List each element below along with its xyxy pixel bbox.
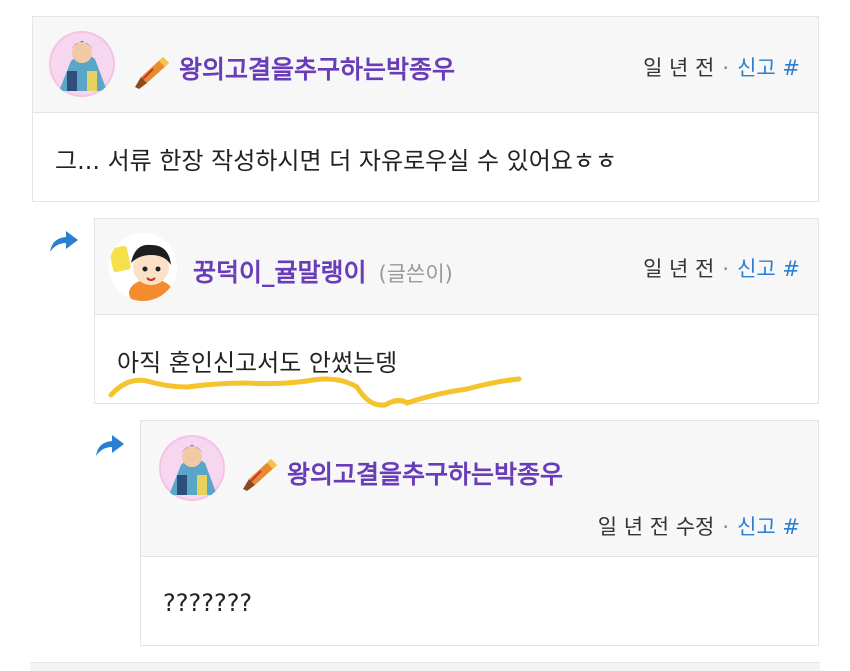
separator-dot: · <box>722 257 730 281</box>
reply-arrow-icon <box>94 432 126 458</box>
comment-header: 꿍덕이_귤말랭이 (글쓴이) 일 년 전 · 신고 # <box>95 219 818 315</box>
avatar[interactable] <box>49 31 115 97</box>
avatar[interactable] <box>159 435 225 501</box>
timestamp: 일 년 전 <box>643 257 715 281</box>
comment-header: 왕의고결을추구하는박종우 일 년 전 수정 · 신고 # <box>141 421 818 557</box>
anchor-link[interactable]: # <box>782 257 800 281</box>
brush-badge-icon <box>241 455 279 493</box>
nickname[interactable]: 꿍덕이_귤말랭이 (글쓴이) <box>193 253 453 289</box>
report-link[interactable]: 신고 <box>737 515 776 539</box>
comment-meta: 일 년 전 · 신고 # <box>643 253 800 283</box>
comment-meta: 일 년 전 수정 · 신고 # <box>598 511 800 541</box>
comment-card-3: 왕의고결을추구하는박종우 일 년 전 수정 · 신고 # ??????? <box>140 420 819 646</box>
anchor-link[interactable]: # <box>782 56 800 80</box>
author-badge: (글쓴이) <box>378 262 453 286</box>
comment-card-2: 꿍덕이_귤말랭이 (글쓴이) 일 년 전 · 신고 # 아직 혼인신고서도 안썼는뎅 <box>94 218 819 408</box>
highlight-underline <box>108 376 522 408</box>
report-link[interactable]: 신고 <box>737 257 776 281</box>
nickname[interactable]: 왕의고결을추구하는박종우 <box>287 455 563 491</box>
avatar[interactable] <box>109 233 177 301</box>
comment-meta: 일 년 전 · 신고 # <box>643 52 800 82</box>
comment-text: ??????? <box>163 589 253 617</box>
timestamp: 일 년 전 <box>643 56 715 80</box>
comment-text: 그... 서류 한장 작성하시면 더 자유로우실 수 있어요ㅎㅎ <box>55 147 618 175</box>
brush-badge-icon <box>133 53 171 91</box>
comment-card-1: 왕의고결을추구하는박종우 일 년 전 · 신고 # 그... 서류 한장 작성하시면… <box>32 16 819 202</box>
comment-header: 왕의고결을추구하는박종우 일 년 전 · 신고 # <box>33 17 818 113</box>
anchor-link[interactable]: # <box>782 515 800 539</box>
separator-dot: · <box>722 515 730 539</box>
reply-arrow-icon <box>48 228 80 254</box>
report-link[interactable]: 신고 <box>737 56 776 80</box>
separator-dot: · <box>722 56 730 80</box>
nickname[interactable]: 왕의고결을추구하는박종우 <box>179 50 455 86</box>
timestamp: 일 년 전 수정 <box>597 515 715 539</box>
nickname-text[interactable]: 꿍덕이_귤말랭이 <box>193 258 367 287</box>
